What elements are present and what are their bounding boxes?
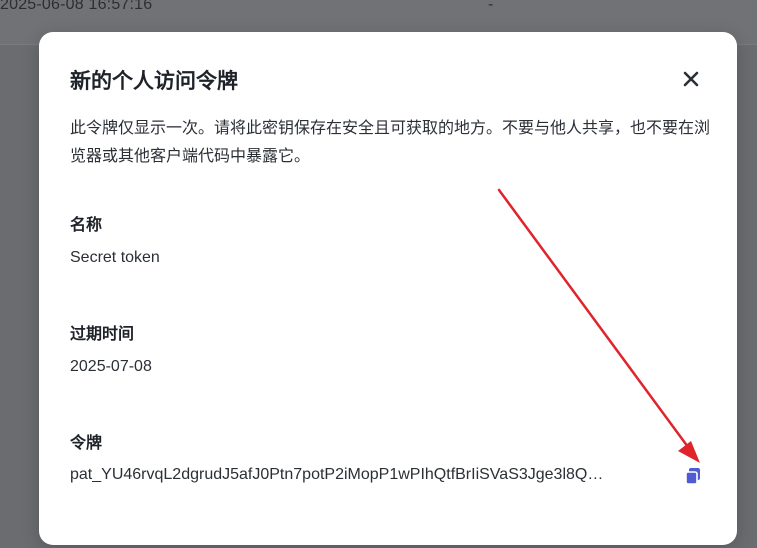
close-icon [683,71,699,87]
background-timestamp: 2025-06-08 16:57:16 [0,0,153,13]
close-button[interactable] [680,68,702,90]
token-label: 令牌 [70,435,103,452]
expiry-value: 2025-07-08 [70,358,152,375]
copy-icon [685,468,700,485]
name-value: Secret token [70,249,160,266]
token-modal: 新的个人访问令牌 此令牌仅显示一次。请将此密钥保存在安全且可获取的地方。不要与他… [39,32,737,545]
expiry-label: 过期时间 [70,326,135,343]
copy-button[interactable] [683,466,703,486]
token-value: pat_YU46rvqL2dgrudJ5afJ0Ptn7potP2iMopP1w… [70,466,604,483]
modal-description: 此令牌仅显示一次。请将此密钥保存在安全且可获取的地方。不要与他人共享，也不要在浏… [70,120,711,165]
name-label: 名称 [70,217,103,234]
modal-title: 新的个人访问令牌 [70,70,238,93]
background-dash: - [488,0,494,13]
